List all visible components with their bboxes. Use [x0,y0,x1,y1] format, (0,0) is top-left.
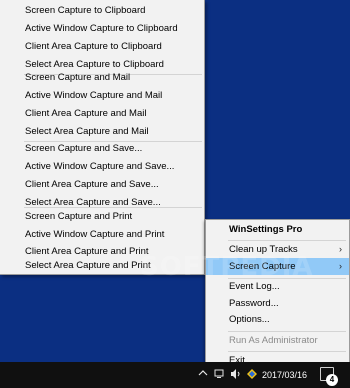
menu-item-password[interactable]: Password... [206,295,349,312]
menu-item-label: Clean up Tracks [229,244,298,255]
winsettings-tray-icon[interactable] [245,368,259,382]
volume-icon[interactable] [229,368,243,382]
menu-item-select-area-capture-mail[interactable]: Select Area Capture and Mail [0,123,204,141]
menu-item-screen-capture[interactable]: Screen Capture › [206,258,349,275]
network-icon[interactable] [213,368,227,382]
screen-capture-submenu: Screen Capture to Clipboard Active Windo… [0,0,205,275]
menu-item-run-as-administrator: Run As Administrator [229,335,318,346]
taskbar-clock-date[interactable]: 2017/03/16 [262,370,307,380]
menu-item-screen-capture-print[interactable]: Screen Capture and Print [0,208,204,226]
menu-title-winsettings-pro[interactable]: WinSettings Pro [206,221,349,238]
menu-item-active-window-capture-mail[interactable]: Active Window Capture and Mail [0,87,204,105]
menu-item-clean-up-tracks[interactable]: Clean up Tracks › [206,241,349,258]
menu-item-label: Screen Capture [229,261,296,272]
menu-item-options[interactable]: Options... [206,311,349,328]
menu-item-active-window-capture-print[interactable]: Active Window Capture and Print [0,226,204,244]
chevron-up-icon[interactable] [197,368,209,382]
menu-item-client-area-capture-save[interactable]: Client Area Capture and Save... [0,176,204,194]
menu-item-client-area-capture-mail[interactable]: Client Area Capture and Mail [0,105,204,123]
menu-item-client-area-capture-clipboard[interactable]: Client Area Capture to Clipboard [0,38,204,56]
notification-count-badge: 4 [326,374,338,386]
menu-item-event-log[interactable]: Event Log... [206,278,349,295]
menu-item-screen-capture-clipboard[interactable]: Screen Capture to Clipboard [0,2,204,20]
submenu-arrow-icon: › [339,261,342,271]
menu-item-active-window-capture-save[interactable]: Active Window Capture and Save... [0,158,204,176]
menu-item-active-window-capture-clipboard[interactable]: Active Window Capture to Clipboard [0,20,204,38]
menu-item-screen-capture-mail[interactable]: Screen Capture and Mail [0,69,204,87]
tray-context-menu: WinSettings Pro Clean up Tracks › Screen… [205,219,350,369]
menu-item-select-area-capture-print[interactable]: Select Area Capture and Print [0,257,204,275]
submenu-arrow-icon: › [339,244,342,254]
menu-item-screen-capture-save[interactable]: Screen Capture and Save... [0,140,204,158]
